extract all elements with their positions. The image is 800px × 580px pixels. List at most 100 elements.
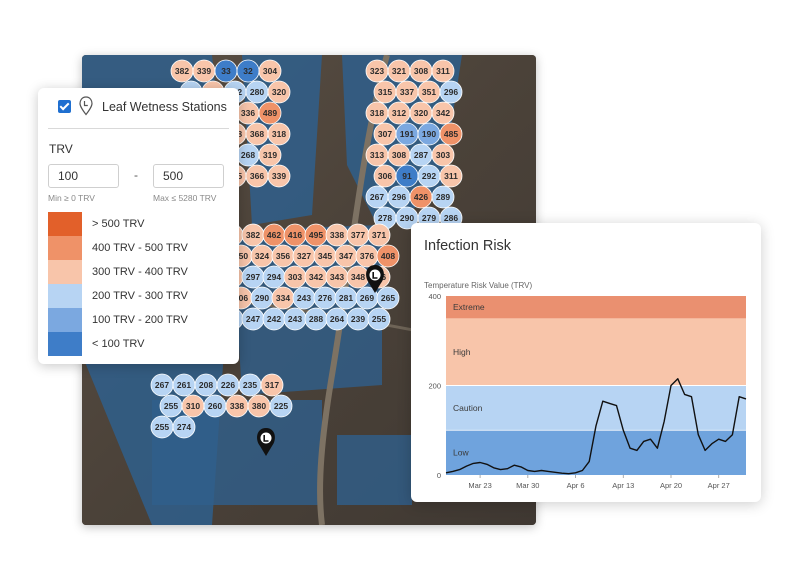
- station-bubble[interactable]: 91: [395, 164, 419, 188]
- station-bubble[interactable]: 235: [238, 373, 262, 397]
- station-bubble[interactable]: 303: [431, 143, 455, 167]
- min-trv-input[interactable]: [48, 164, 119, 188]
- station-bubble[interactable]: 380: [247, 394, 271, 418]
- max-trv-input[interactable]: [153, 164, 224, 188]
- station-bubble[interactable]: 485: [439, 122, 463, 146]
- station-bubble[interactable]: 317: [260, 373, 284, 397]
- station-bubble[interactable]: 287: [409, 143, 433, 167]
- station-bubble[interactable]: 382: [241, 223, 265, 247]
- station-bubble[interactable]: 382: [170, 59, 194, 83]
- station-bubble[interactable]: 320: [267, 80, 291, 104]
- station-bubble[interactable]: 371: [367, 223, 391, 247]
- station-bubble[interactable]: 242: [262, 307, 286, 331]
- station-bubble[interactable]: 274: [172, 415, 196, 439]
- station-bubble[interactable]: 247: [241, 307, 265, 331]
- station-bubble[interactable]: 320: [409, 101, 433, 125]
- station-bubble[interactable]: 280: [245, 80, 269, 104]
- station-bubble[interactable]: 327: [292, 244, 316, 268]
- station-bubble[interactable]: 264: [325, 307, 349, 331]
- station-bubble[interactable]: 267: [150, 373, 174, 397]
- station-bubble[interactable]: 267: [365, 185, 389, 209]
- station-bubble[interactable]: 343: [325, 265, 349, 289]
- station-bubble[interactable]: 294: [262, 265, 286, 289]
- station-bubble[interactable]: 311: [431, 59, 455, 83]
- station-bubble[interactable]: 255: [150, 415, 174, 439]
- legend-swatch: [48, 236, 82, 260]
- station-bubble[interactable]: 321: [387, 59, 411, 83]
- station-bubble[interactable]: 311: [439, 164, 463, 188]
- station-bubble[interactable]: 313: [365, 143, 389, 167]
- station-bubble[interactable]: 288: [304, 307, 328, 331]
- station-bubble[interactable]: 268: [236, 143, 260, 167]
- station-bubble[interactable]: 336: [236, 101, 260, 125]
- station-bubble[interactable]: 296: [439, 80, 463, 104]
- station-bubble[interactable]: 289: [431, 185, 455, 209]
- station-bubble[interactable]: 308: [387, 143, 411, 167]
- station-bubble[interactable]: 307: [373, 122, 397, 146]
- infection-risk-card: Infection Risk Temperature Risk Value (T…: [411, 223, 761, 502]
- station-bubble[interactable]: 318: [365, 101, 389, 125]
- station-bubble[interactable]: 243: [292, 286, 316, 310]
- station-bubble[interactable]: 190: [417, 122, 441, 146]
- station-bubble[interactable]: 408: [376, 244, 400, 268]
- station-bubble[interactable]: 318: [267, 122, 291, 146]
- station-bubble[interactable]: 296: [387, 185, 411, 209]
- station-bubble[interactable]: 495: [304, 223, 328, 247]
- station-bubble[interactable]: 338: [325, 223, 349, 247]
- station-bubble[interactable]: 239: [346, 307, 370, 331]
- station-bubble[interactable]: 281: [334, 286, 358, 310]
- station-bubble[interactable]: 191: [395, 122, 419, 146]
- station-bubble[interactable]: 292: [417, 164, 441, 188]
- station-bubble[interactable]: 315: [373, 80, 397, 104]
- station-bubble[interactable]: 260: [203, 394, 227, 418]
- station-bubble[interactable]: 342: [431, 101, 455, 125]
- station-bubble-label: 408: [381, 251, 395, 261]
- station-bubble[interactable]: 290: [250, 286, 274, 310]
- station-bubble[interactable]: 255: [367, 307, 391, 331]
- station-bubble[interactable]: 416: [283, 223, 307, 247]
- station-bubble[interactable]: 334: [271, 286, 295, 310]
- station-bubble[interactable]: 345: [313, 244, 337, 268]
- station-bubble[interactable]: 308: [409, 59, 433, 83]
- station-bubble[interactable]: 366: [245, 164, 269, 188]
- station-bubble[interactable]: 319: [258, 143, 282, 167]
- station-bubble[interactable]: 347: [334, 244, 358, 268]
- station-bubble[interactable]: 377: [346, 223, 370, 247]
- station-bubble[interactable]: 243: [283, 307, 307, 331]
- station-bubble[interactable]: 303: [283, 265, 307, 289]
- station-bubble[interactable]: 255: [159, 394, 183, 418]
- station-bubble[interactable]: 356: [271, 244, 295, 268]
- station-bubble[interactable]: 304: [258, 59, 282, 83]
- station-bubble[interactable]: 32: [236, 59, 260, 83]
- station-bubble[interactable]: 276: [313, 286, 337, 310]
- station-bubble[interactable]: 351: [417, 80, 441, 104]
- station-bubble[interactable]: 338: [225, 394, 249, 418]
- station-bubble[interactable]: 324: [250, 244, 274, 268]
- station-bubble[interactable]: 226: [216, 373, 240, 397]
- max-hint: Max ≤ 5280 TRV: [153, 193, 217, 203]
- station-bubble[interactable]: 297: [241, 265, 265, 289]
- station-bubble-label: 324: [255, 251, 269, 261]
- station-bubble[interactable]: 306: [373, 164, 397, 188]
- station-bubble[interactable]: 261: [172, 373, 196, 397]
- station-bubble[interactable]: 312: [387, 101, 411, 125]
- station-bubble[interactable]: 489: [258, 101, 282, 125]
- station-bubble[interactable]: 342: [304, 265, 328, 289]
- station-bubble[interactable]: 376: [355, 244, 379, 268]
- station-bubble[interactable]: 208: [194, 373, 218, 397]
- station-bubble[interactable]: 368: [245, 122, 269, 146]
- station-bubble[interactable]: 339: [267, 164, 291, 188]
- station-bubble[interactable]: 323: [365, 59, 389, 83]
- station-bubble[interactable]: 348: [346, 265, 370, 289]
- station-bubble[interactable]: 265: [376, 286, 400, 310]
- station-bubble[interactable]: 310: [181, 394, 205, 418]
- station-bubble[interactable]: 426: [409, 185, 433, 209]
- station-bubble[interactable]: 225: [269, 394, 293, 418]
- station-bubble[interactable]: 462: [262, 223, 286, 247]
- station-bubble[interactable]: 337: [395, 80, 419, 104]
- station-bubble-label: 268: [241, 150, 255, 160]
- station-bubble[interactable]: 33: [214, 59, 238, 83]
- infection-risk-chart[interactable]: Low Caution High Extreme 400 200 0 Mar 23 Mar 30…: [411, 223, 761, 502]
- station-bubble[interactable]: 339: [192, 59, 216, 83]
- layer-visibility-checkbox[interactable]: [58, 100, 71, 113]
